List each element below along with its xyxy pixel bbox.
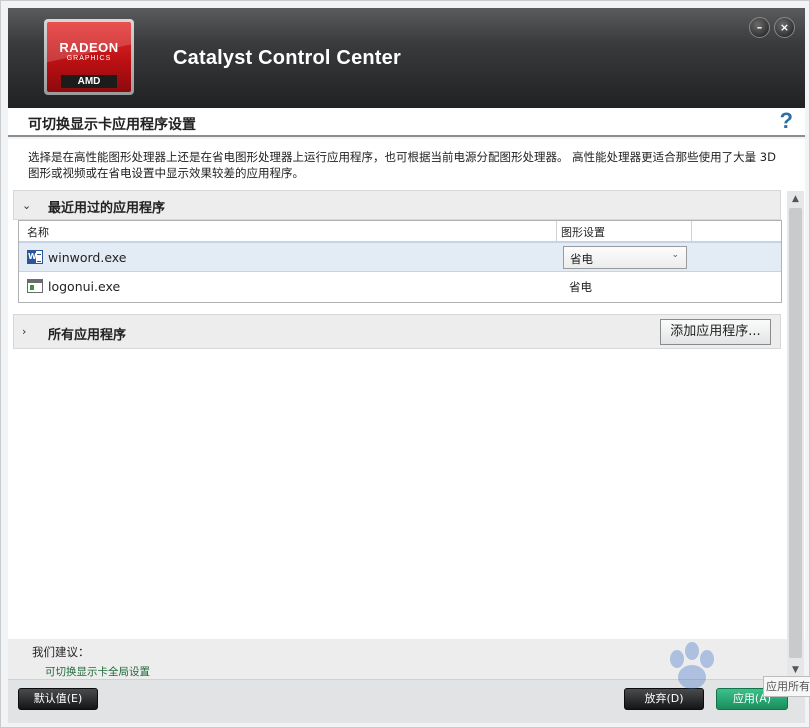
defaults-button[interactable]: 默认值(E) xyxy=(18,688,98,710)
chevron-right-icon: › xyxy=(22,325,27,338)
global-settings-link[interactable]: 可切换显示卡全局设置 xyxy=(45,664,150,679)
page-title: 可切换显示卡应用程序设置 xyxy=(28,117,196,133)
app-title: Catalyst Control Center xyxy=(173,47,401,69)
scrollbar-thumb[interactable] xyxy=(789,208,802,658)
apply-all-tooltip: 应用所有 xyxy=(763,676,810,697)
word-doc-icon xyxy=(27,250,43,264)
logo-radeon-text: RADEON xyxy=(59,40,119,55)
chevron-down-icon: ⌄ xyxy=(22,199,32,212)
all-apps-section-header[interactable]: › 所有应用程序 添加应用程序... xyxy=(13,314,781,349)
app-name: winword.exe xyxy=(48,250,127,265)
recent-apps-table: 名称 图形设置 winword.exe 省电 ⌄ logonui.exe 省电 xyxy=(18,220,782,303)
column-divider[interactable] xyxy=(691,221,692,242)
app-header: RADEON GRAPHICS AMD Catalyst Control Cen… xyxy=(8,8,805,108)
column-header-name[interactable]: 名称 xyxy=(27,224,49,240)
table-header: 名称 图形设置 xyxy=(19,221,781,242)
recommendation-label: 我们建议： xyxy=(32,645,90,659)
page-description: 选择是在高性能图形处理器上还是在省电图形处理器上运行应用程序，也可根据当前电源分… xyxy=(28,150,776,180)
graphics-setting-dropdown[interactable]: 省电 ⌄ xyxy=(563,246,687,269)
logo-graphics-text: GRAPHICS xyxy=(66,55,112,62)
page-title-bar: 可切换显示卡应用程序设置 ? xyxy=(8,108,805,137)
minimize-button[interactable]: – xyxy=(749,17,770,38)
recent-apps-title: 最近用过的应用程序 xyxy=(48,201,166,216)
close-button[interactable]: × xyxy=(774,17,795,38)
logo-amd-text: AMD xyxy=(61,75,117,88)
close-icon: × xyxy=(779,21,790,34)
add-application-button[interactable]: 添加应用程序... xyxy=(660,319,771,345)
app-name: logonui.exe xyxy=(48,279,121,294)
graphics-setting-value: 省电 xyxy=(569,280,592,294)
column-header-graphics-setting[interactable]: 图形设置 xyxy=(561,224,605,240)
exe-app-icon xyxy=(27,279,43,293)
vertical-scrollbar[interactable]: ▲ ▼ xyxy=(787,191,804,679)
column-divider[interactable] xyxy=(556,221,557,242)
recent-apps-section-header[interactable]: ⌄ 最近用过的应用程序 xyxy=(13,190,781,220)
window-frame: RADEON GRAPHICS AMD Catalyst Control Cen… xyxy=(0,0,810,728)
discard-button[interactable]: 放弃(D) xyxy=(624,688,704,710)
recommendation-panel: 我们建议： 可切换显示卡全局设置 xyxy=(8,639,787,679)
table-row-winword[interactable]: winword.exe 省电 ⌄ xyxy=(19,242,781,272)
help-icon[interactable]: ? xyxy=(780,108,793,134)
scroll-up-arrow-icon[interactable]: ▲ xyxy=(787,191,804,208)
minimize-icon: – xyxy=(756,21,763,34)
radeon-logo: RADEON GRAPHICS AMD xyxy=(44,19,134,95)
chevron-down-icon: ⌄ xyxy=(671,250,679,260)
footer-bar: 默认值(E) 放弃(D) 应用(A) xyxy=(8,679,805,723)
dropdown-value: 省电 xyxy=(570,252,593,266)
table-row-logonui[interactable]: logonui.exe 省电 xyxy=(19,272,781,302)
all-apps-title: 所有应用程序 xyxy=(48,328,127,343)
